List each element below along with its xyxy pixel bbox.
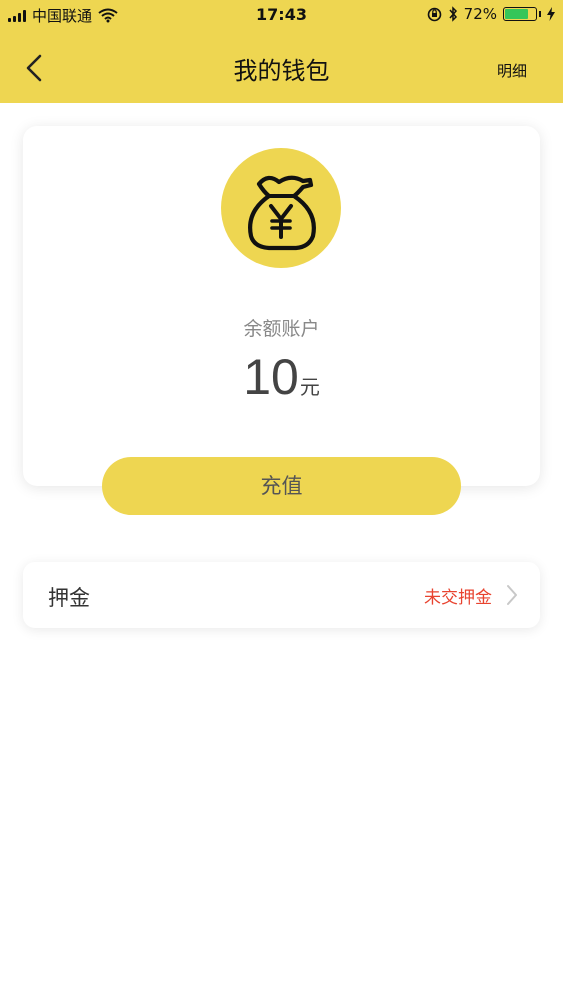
balance-amount: 10元 — [23, 348, 540, 406]
balance-label: 余额账户 — [243, 318, 320, 340]
detail-link[interactable]: 明细 — [497, 60, 527, 81]
recharge-button[interactable]: 充值 — [102, 457, 461, 515]
balance-unit: 元 — [299, 375, 320, 399]
deposit-status: 未交押金 — [424, 588, 492, 608]
chevron-right-icon — [507, 585, 517, 605]
wallet-icon-circle — [221, 148, 341, 268]
battery-icon — [503, 7, 537, 21]
battery-percent: 72% — [463, 5, 497, 23]
status-bar: 中国联通 17:43 72% — [0, 0, 563, 30]
status-right: 72% — [427, 5, 555, 23]
balance-value: 10 — [243, 349, 299, 405]
bluetooth-icon — [449, 6, 457, 22]
charging-icon — [547, 7, 555, 21]
page-title: 我的钱包 — [233, 57, 330, 85]
orientation-lock-icon — [427, 7, 441, 21]
battery-tip — [539, 11, 541, 17]
balance-card: 余额账户 10元 — [23, 126, 540, 486]
deposit-label: 押金 — [48, 586, 90, 610]
header: 中国联通 17:43 72% 我的钱包 明细 — [0, 0, 563, 103]
deposit-row[interactable]: 押金 未交押金 — [23, 562, 540, 628]
money-bag-icon — [248, 175, 316, 251]
nav-bar: 我的钱包 明细 — [0, 35, 563, 99]
